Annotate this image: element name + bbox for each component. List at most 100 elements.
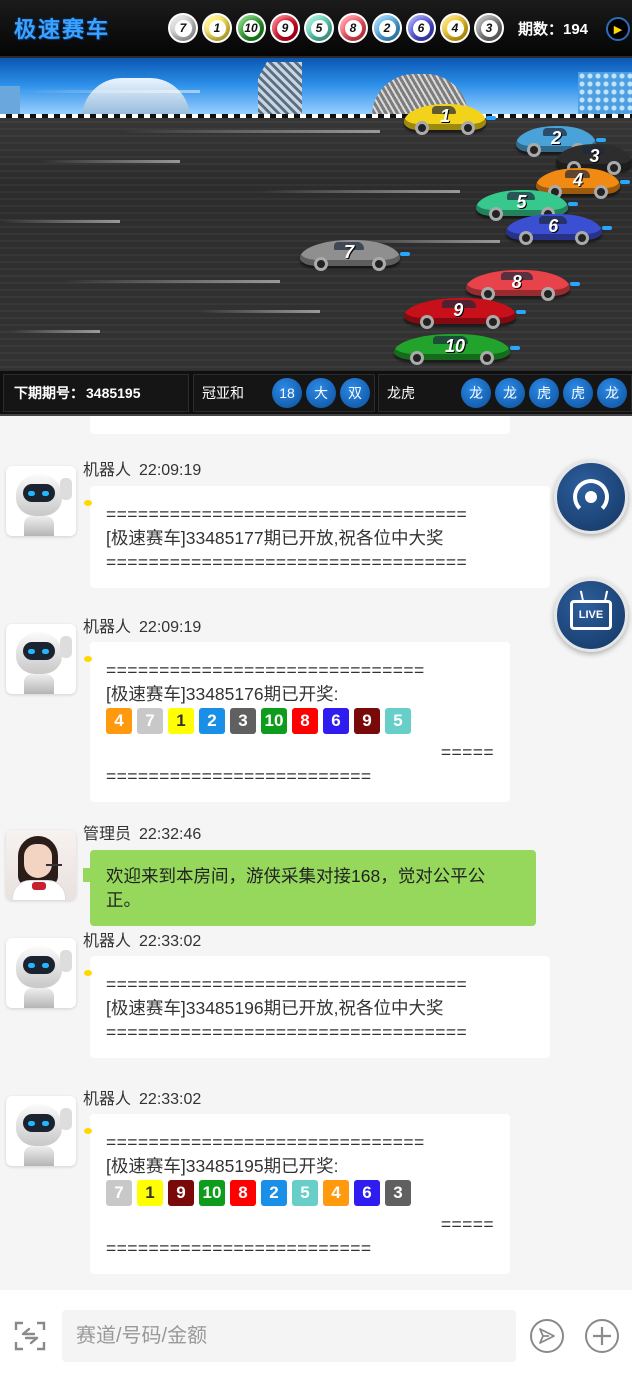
robot-avatar[interactable] [6,1096,76,1166]
live-button[interactable]: LIVE [554,578,628,652]
draw-result-number: 4 [106,708,132,734]
message-sender: 机器人 22:33:02 [83,927,201,951]
race-car-number: 2 [551,128,562,148]
city-skyline [0,58,632,118]
champion-sum-label: 冠亚和 [202,384,244,401]
draw-result-number: 7 [137,708,163,734]
chat-list[interactable]: 机器人 22:09:19 =============================… [0,416,632,1290]
champion-sum-chips: 18 大双 [268,377,370,408]
next-issue-label: 下期期号： [14,384,84,401]
result-ball-number: 4 [446,19,464,37]
plus-icon [593,1327,611,1345]
send-icon [539,1328,555,1344]
draw-result-number: 10 [261,708,287,734]
draw-result-number: 6 [354,1180,380,1206]
customer-service-button[interactable] [554,460,628,534]
result-ball: 1 [202,13,232,43]
admin-avatar[interactable] [6,830,76,900]
race-car-number: 5 [516,192,527,212]
message-text: [极速赛车]33485177期已开放,祝各位中大奖 [106,528,444,548]
champion-sum: 冠亚和 18 大双 [193,373,375,412]
race-car-number: 9 [453,300,464,320]
result-chip: 龙 [597,377,627,408]
result-chip: 双 [340,377,370,408]
result-chip: 龙 [461,377,491,408]
sender-name: 机器人 [83,1091,132,1108]
result-ball: 10 [236,13,266,43]
result-ball: 8 [338,13,368,43]
result-chip: 18 [272,377,302,408]
result-ball-number: 6 [412,19,430,37]
separator-line: ================================== [106,552,468,572]
race-car: 8 [466,270,580,301]
race-car-number: 7 [344,242,355,262]
separator-line: ================================== [106,1022,468,1042]
race-car: 5 [476,190,578,221]
robot-avatar[interactable] [6,938,76,1008]
result-ball: 6 [406,13,436,43]
draw-result-number: 1 [137,1180,163,1206]
draw-result-number: 8 [292,708,318,734]
previous-message-bubble [90,416,510,434]
race-car-number: 1 [440,106,451,126]
result-ball: 2 [372,13,402,43]
race-car: 6 [506,214,612,245]
race-car-number: 8 [511,272,522,292]
draw-result-number: 7 [106,1180,132,1206]
message-text: [极速赛车]33485176期已开奖: [106,684,339,704]
last-result-balls: 7 1 10 9 5 8 2 6 4 3 [168,13,508,43]
message-sender: 管理员 22:32:46 [83,820,201,844]
plus-button[interactable] [585,1319,619,1353]
bet-input[interactable] [62,1310,516,1362]
race-car: 9 [404,298,526,329]
message-bubble: 欢迎来到本房间，游侠采集对接168，觉对公平公正。 [83,850,536,926]
race-car: 1 [404,104,496,135]
input-bar [0,1290,632,1380]
dragon-tiger-chips: 龙龙虎虎龙 [457,377,627,408]
draw-result-row: 7 1 9 10 8 2 5 4 6 3 [106,1180,494,1206]
sender-name: 机器人 [83,462,132,479]
sender-name: 管理员 [83,826,132,843]
period-count: 期数：194 [518,20,589,38]
race-car: 10 [394,334,520,365]
draw-result-number: 3 [230,708,256,734]
robot-avatar[interactable] [6,624,76,694]
result-chip: 虎 [529,377,559,408]
sender-name: 机器人 [83,619,132,636]
draw-result-number: 5 [292,1180,318,1206]
message-bubble: ============================== [极速赛车]3348… [84,642,510,802]
separator-line: ================================== [106,504,468,524]
draw-result-number: 5 [385,708,411,734]
race-track: 1 2 3 4 5 6 7 8 9 10 [0,58,632,370]
result-ball: 9 [270,13,300,43]
next-issue: 下期期号： 3485195 [3,373,189,412]
message-text: 欢迎来到本房间，游侠采集对接168，觉对公平公正。 [106,866,486,910]
separator-line: ============================== [106,660,425,680]
result-chip: 大 [306,377,336,408]
separator-line: ========================= [106,1238,372,1258]
switch-keyboard-icon[interactable] [12,1318,48,1354]
message-text: [极速赛车]33485195期已开奖: [106,1156,339,1176]
draw-result-number: 6 [323,708,349,734]
result-ball-number: 8 [344,19,362,37]
result-ball: 4 [440,13,470,43]
send-button[interactable] [530,1319,564,1353]
draw-result-number: 3 [385,1180,411,1206]
draw-result-number: 2 [199,708,225,734]
draw-result-number: 9 [168,1180,194,1206]
race-car-number: 3 [589,146,600,166]
result-ball-number: 1 [208,19,226,37]
message-bubble: ================================== [极速赛车]… [84,956,550,1058]
robot-avatar[interactable] [6,466,76,536]
message-time: 22:33:02 [139,1091,202,1108]
message-text: [极速赛车]33485196期已开放,祝各位中大奖 [106,998,444,1018]
draw-result-number: 8 [230,1180,256,1206]
customer-service-headset-icon [573,479,609,515]
sender-name: 机器人 [83,933,132,950]
finish-line [0,114,632,118]
result-chip: 龙 [495,377,525,408]
speaker-icon[interactable]: ▶ [606,17,630,41]
message-time: 22:09:19 [139,462,202,479]
message-bubble: ================================== [极速赛车]… [84,486,550,588]
result-ball-number: 7 [174,19,192,37]
